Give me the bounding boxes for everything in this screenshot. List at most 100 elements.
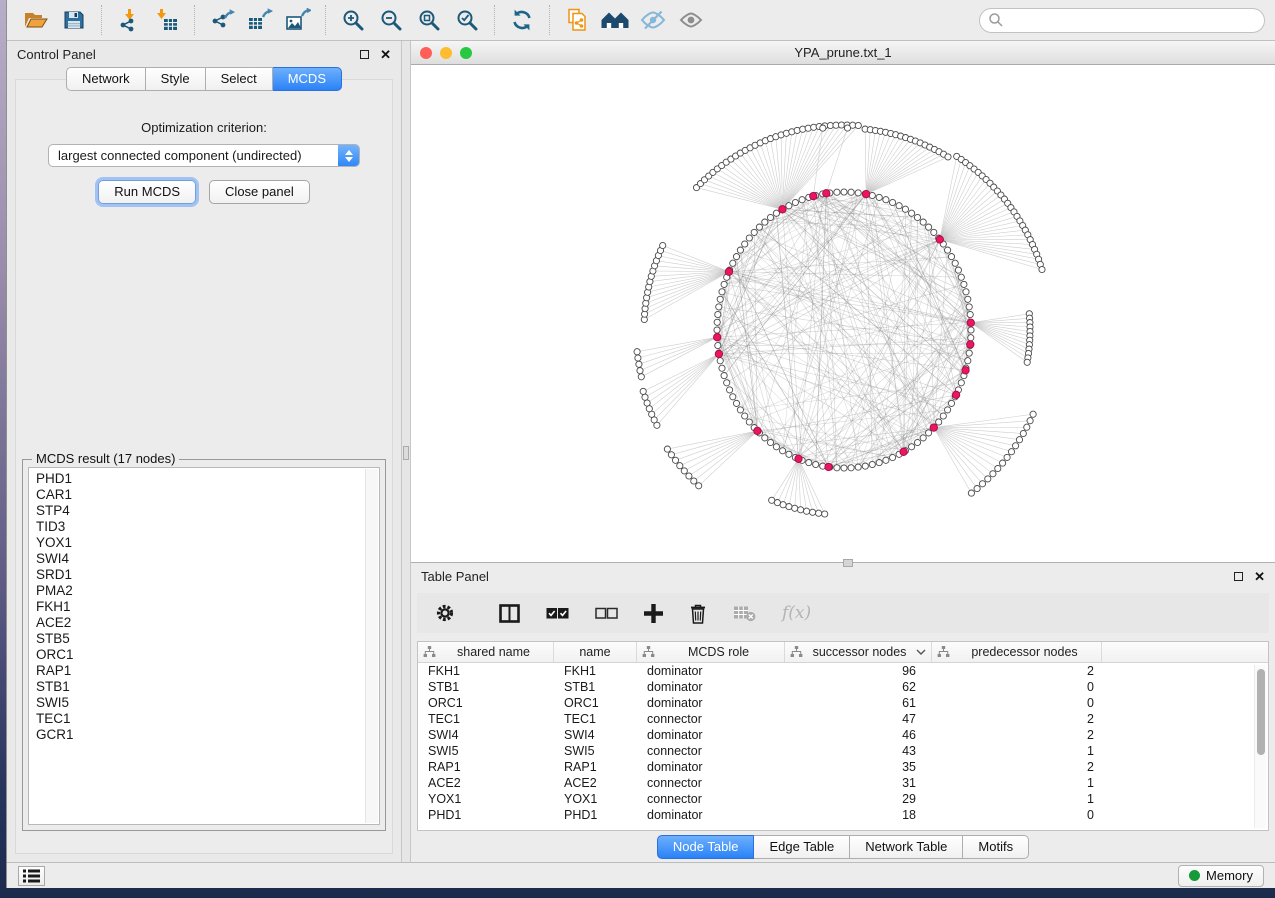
mcds-result-item[interactable]: FKH1: [36, 599, 379, 615]
close-panel-button[interactable]: Close panel: [209, 180, 310, 204]
mcds-result-item[interactable]: CAR1: [36, 487, 379, 503]
mcds-result-item[interactable]: PHD1: [36, 471, 379, 487]
import-table-button[interactable]: [148, 3, 186, 37]
table-row[interactable]: SWI5SWI5connector431: [418, 743, 1268, 759]
table-row[interactable]: YOX1YOX1connector291: [418, 791, 1268, 807]
table-cell[interactable]: YOX1: [418, 792, 554, 806]
memory-button[interactable]: Memory: [1178, 865, 1264, 887]
tab-node-table[interactable]: Node Table: [657, 835, 755, 859]
mcds-result-item[interactable]: SWI5: [36, 695, 379, 711]
table-cell[interactable]: dominator: [637, 680, 785, 694]
tab-network-table[interactable]: Network Table: [850, 835, 963, 859]
close-window-icon[interactable]: [420, 47, 432, 59]
search-input[interactable]: [1004, 13, 1256, 28]
column-header-successor-nodes[interactable]: successor nodes: [785, 642, 932, 662]
mcds-result-item[interactable]: SRD1: [36, 567, 379, 583]
open-file-button[interactable]: [17, 3, 55, 37]
mcds-result-item[interactable]: RAP1: [36, 663, 379, 679]
table-cell[interactable]: 1: [932, 792, 1102, 806]
table-cell[interactable]: 46: [785, 728, 932, 742]
refresh-view-button[interactable]: [503, 3, 541, 37]
table-cell[interactable]: 18: [785, 808, 932, 822]
table-row[interactable]: STB1STB1dominator620: [418, 679, 1268, 695]
table-cell[interactable]: dominator: [637, 664, 785, 678]
mcds-result-item[interactable]: SWI4: [36, 551, 379, 567]
mcds-result-item[interactable]: STP4: [36, 503, 379, 519]
table-cell[interactable]: 1: [932, 744, 1102, 758]
tab-mcds[interactable]: MCDS: [273, 67, 342, 91]
mcds-result-item[interactable]: TID3: [36, 519, 379, 535]
table-cell[interactable]: 61: [785, 696, 932, 710]
column-header-shared-name[interactable]: shared name: [418, 642, 554, 662]
run-mcds-button[interactable]: Run MCDS: [98, 180, 196, 204]
mcds-result-item[interactable]: GCR1: [36, 727, 379, 743]
tab-motifs[interactable]: Motifs: [963, 835, 1029, 859]
table-row[interactable]: RAP1RAP1dominator352: [418, 759, 1268, 775]
table-cell[interactable]: RAP1: [418, 760, 554, 774]
hide-selected-button[interactable]: [634, 3, 672, 37]
splitter-grip[interactable]: [403, 446, 409, 460]
select-all-rows-button[interactable]: [546, 607, 569, 620]
mcds-result-item[interactable]: ACE2: [36, 615, 379, 631]
mcds-result-item[interactable]: STB1: [36, 679, 379, 695]
table-cell[interactable]: 0: [932, 808, 1102, 822]
table-cell[interactable]: 0: [932, 680, 1102, 694]
show-all-button[interactable]: [672, 3, 710, 37]
table-cell[interactable]: PHD1: [418, 808, 554, 822]
table-cell[interactable]: ORC1: [554, 696, 637, 710]
network-graph[interactable]: [411, 65, 1275, 562]
tab-style[interactable]: Style: [146, 67, 206, 91]
float-panel-icon[interactable]: [1234, 572, 1243, 581]
table-cell[interactable]: dominator: [637, 808, 785, 822]
table-cell[interactable]: ACE2: [554, 776, 637, 790]
table-cell[interactable]: YOX1: [554, 792, 637, 806]
import-network-button[interactable]: [110, 3, 148, 37]
table-cell[interactable]: SWI5: [418, 744, 554, 758]
table-cell[interactable]: 2: [932, 712, 1102, 726]
table-cell[interactable]: PHD1: [554, 808, 637, 822]
table-cell[interactable]: 0: [932, 696, 1102, 710]
zoom-fit-button[interactable]: [410, 3, 448, 37]
show-panels-button[interactable]: [18, 866, 45, 886]
settings-gear-button[interactable]: [435, 603, 455, 623]
table-cell[interactable]: 31: [785, 776, 932, 790]
table-scrollbar[interactable]: [1254, 665, 1266, 828]
mcds-result-item[interactable]: TEC1: [36, 711, 379, 727]
table-cell[interactable]: connector: [637, 712, 785, 726]
mcds-result-list[interactable]: PHD1CAR1STP4TID3YOX1SWI4SRD1PMA2FKH1ACE2…: [28, 467, 380, 825]
mcds-result-item[interactable]: PMA2: [36, 583, 379, 599]
mcds-result-item[interactable]: STB5: [36, 631, 379, 647]
table-cell[interactable]: TEC1: [418, 712, 554, 726]
search-box[interactable]: [979, 8, 1265, 33]
table-row[interactable]: PHD1PHD1dominator180: [418, 807, 1268, 823]
close-panel-icon[interactable]: ✕: [1254, 570, 1265, 583]
table-row[interactable]: SWI4SWI4dominator462: [418, 727, 1268, 743]
table-cell[interactable]: 43: [785, 744, 932, 758]
table-cell[interactable]: dominator: [637, 760, 785, 774]
zoom-in-button[interactable]: [334, 3, 372, 37]
table-cell[interactable]: ACE2: [418, 776, 554, 790]
table-cell[interactable]: FKH1: [554, 664, 637, 678]
export-image-button[interactable]: [279, 3, 317, 37]
table-cell[interactable]: 2: [932, 760, 1102, 774]
minimize-window-icon[interactable]: [440, 47, 452, 59]
save-session-button[interactable]: [55, 3, 93, 37]
add-column-button[interactable]: [644, 604, 663, 623]
optimization-criterion-dropdown[interactable]: largest connected component (undirected): [48, 144, 360, 167]
column-header-predecessor-nodes[interactable]: predecessor nodes: [932, 642, 1102, 662]
scrollbar-thumb[interactable]: [1257, 669, 1265, 755]
tab-select[interactable]: Select: [206, 67, 273, 91]
table-cell[interactable]: 1: [932, 776, 1102, 790]
export-table-button[interactable]: [241, 3, 279, 37]
table-cell[interactable]: 47: [785, 712, 932, 726]
table-cell[interactable]: ORC1: [418, 696, 554, 710]
table-cell[interactable]: SWI4: [554, 728, 637, 742]
table-cell[interactable]: SWI5: [554, 744, 637, 758]
zoom-selected-button[interactable]: [448, 3, 486, 37]
table-cell[interactable]: 35: [785, 760, 932, 774]
table-row[interactable]: ORC1ORC1dominator610: [418, 695, 1268, 711]
table-cell[interactable]: FKH1: [418, 664, 554, 678]
table-cell[interactable]: 2: [932, 664, 1102, 678]
export-network-button[interactable]: [203, 3, 241, 37]
copy-view-button[interactable]: [558, 3, 596, 37]
